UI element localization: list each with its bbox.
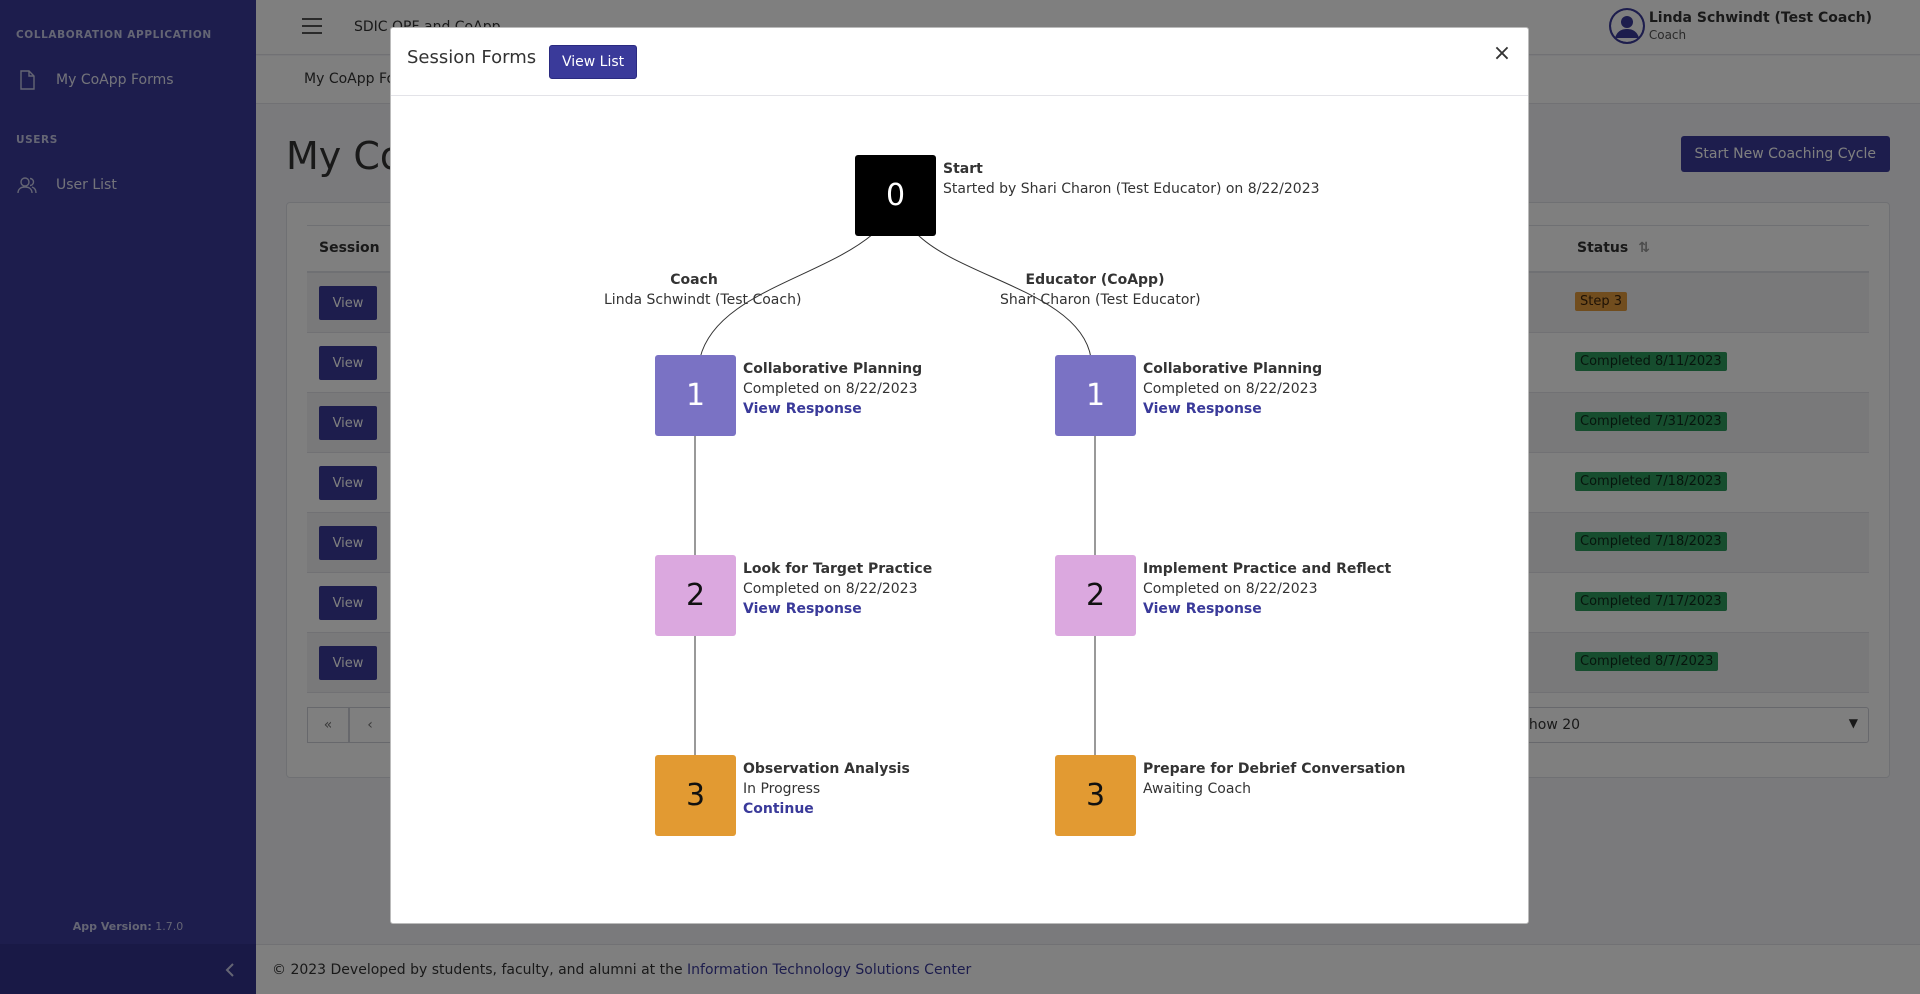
step-title: Implement Practice and Reflect [1143,561,1392,577]
step-status: Completed on 8/22/2023 [743,581,918,597]
step-status: Completed on 8/22/2023 [1143,381,1318,397]
educator-step-3-info: Prepare for Debrief Conversation Awaitin… [1143,759,1405,799]
view-response-link[interactable]: View Response [743,599,932,619]
branch-label-coach: Coach Linda Schwindt (Test Coach) [604,270,802,310]
branch-person: Linda Schwindt (Test Coach) [604,292,802,308]
step-status: Awaiting Coach [1143,781,1252,797]
session-forms-modal: Session Forms View List × 0 Start Starte… [390,27,1529,924]
step-title: Collaborative Planning [1143,361,1323,377]
coach-step-2-node: 2 [655,555,736,636]
educator-step-1-info: Collaborative Planning Completed on 8/22… [1143,359,1322,419]
coach-step-1-info: Collaborative Planning Completed on 8/22… [743,359,922,419]
start-node-title: Start [943,161,983,177]
branch-role: Educator (CoApp) [1025,272,1165,288]
step-title: Look for Target Practice [743,561,933,577]
step-status: In Progress [743,781,821,797]
coach-step-1-node: 1 [655,355,736,436]
view-response-link[interactable]: View Response [1143,599,1391,619]
educator-step-2-node: 2 [1055,555,1136,636]
start-node-detail: Started by Shari Charon (Test Educator) … [943,181,1320,197]
branch-role: Coach [670,272,718,288]
step-title: Observation Analysis [743,761,910,777]
start-node: 0 [855,155,936,236]
start-node-info: Start Started by Shari Charon (Test Educ… [943,159,1320,199]
educator-step-3-node: 3 [1055,755,1136,836]
step-status: Completed on 8/22/2023 [1143,581,1318,597]
step-title: Prepare for Debrief Conversation [1143,761,1406,777]
coach-step-3-info: Observation Analysis In Progress Continu… [743,759,910,819]
view-response-link[interactable]: View Response [743,399,922,419]
step-title: Collaborative Planning [743,361,923,377]
step-status: Completed on 8/22/2023 [743,381,918,397]
continue-link[interactable]: Continue [743,799,910,819]
coach-step-3-node: 3 [655,755,736,836]
educator-step-2-info: Implement Practice and Reflect Completed… [1143,559,1391,619]
educator-step-1-node: 1 [1055,355,1136,436]
branch-person: Shari Charon (Test Educator) [1000,292,1201,308]
view-response-link[interactable]: View Response [1143,399,1322,419]
branch-label-educator: Educator (CoApp) Shari Charon (Test Educ… [1000,270,1201,310]
coach-step-2-info: Look for Target Practice Completed on 8/… [743,559,932,619]
